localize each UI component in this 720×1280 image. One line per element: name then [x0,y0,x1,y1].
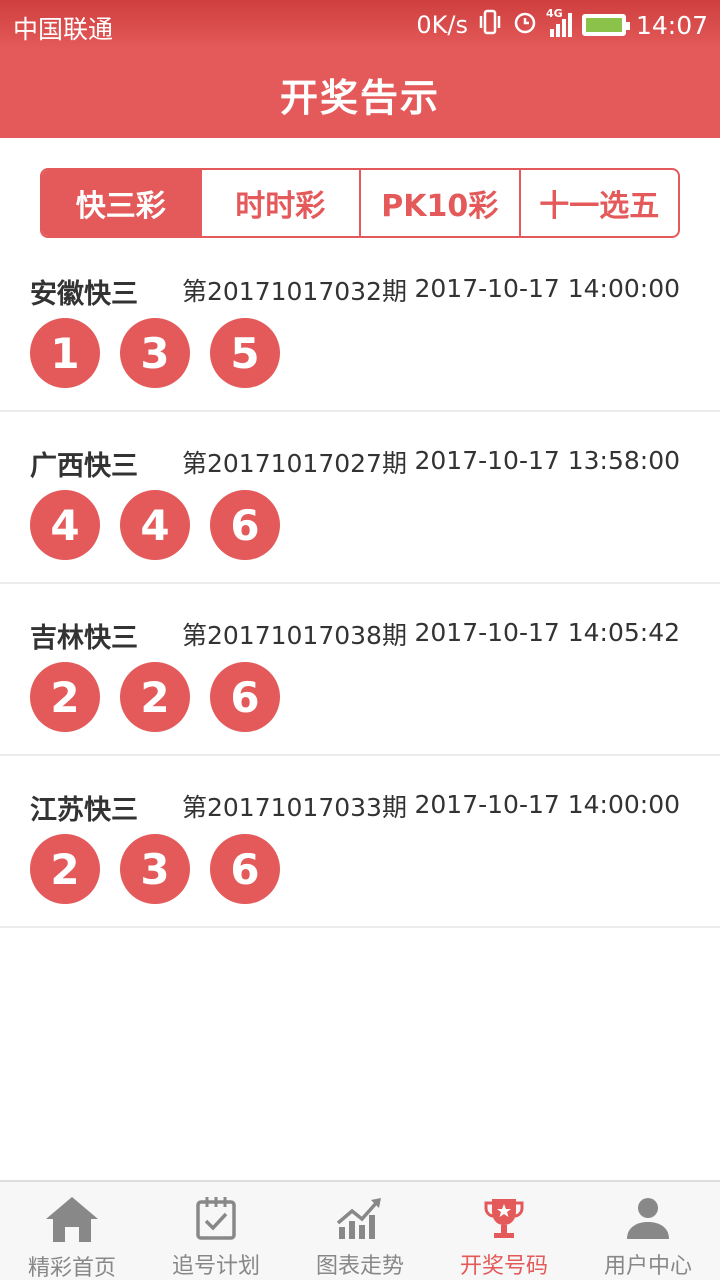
alarm-icon [512,9,538,41]
signal-icon: 4G [546,7,572,37]
draw-period: 第20171017027期 [182,449,407,478]
trophy-icon [475,1194,533,1242]
status-icons: 0K/s 4G 14:07 [406,7,708,42]
number-ball: 6 [210,662,280,732]
nav-label: 追号计划 [171,1254,260,1279]
tab-11xuan5[interactable]: 十一选五 [518,170,679,236]
tab-shishicai[interactable]: 时时彩 [199,170,360,236]
nav-label: 用户中心 [603,1254,692,1279]
draw-period: 第20171017038期 [182,621,407,650]
draw-period: 第20171017032期 [182,277,407,306]
nav-label: 开奖号码 [459,1254,548,1279]
lottery-name: 广西快三 [30,451,138,482]
number-ball: 2 [30,834,100,904]
home-icon [43,1194,101,1244]
lottery-name: 安徽快三 [30,279,138,310]
battery-icon [581,14,630,36]
vibrate-icon [478,9,502,41]
draw-time: 2017-10-17 14:00:00 [414,274,680,303]
nav-chart[interactable]: 图表走势 [288,1182,432,1280]
draw-period: 第20171017033期 [182,793,407,822]
title-bar: 开奖告示 [0,50,720,138]
draw-numbers: 2 2 6 [30,662,300,732]
nav-label: 图表走势 [315,1254,404,1279]
nav-plan[interactable]: 追号计划 [144,1182,288,1280]
draw-numbers: 2 3 6 [30,834,300,904]
number-ball: 2 [120,662,190,732]
draw-time: 2017-10-17 14:00:00 [414,790,680,819]
number-ball: 4 [30,490,100,560]
page-title: 开奖告示 [279,75,440,120]
number-ball: 1 [30,318,100,388]
carrier-name: 中国联通 [13,15,114,44]
draw-time: 2017-10-17 14:05:42 [414,618,680,647]
number-ball: 3 [120,318,190,388]
list-item[interactable]: 安徽快三 第20171017032期 2017-10-17 14:00:00 1… [0,240,720,412]
draw-numbers: 4 4 6 [30,490,300,560]
lottery-type-tabs: 快三彩 时时彩 PK10彩 十一选五 [40,168,680,238]
list-item[interactable]: 广西快三 第20171017027期 2017-10-17 13:58:00 4… [0,412,720,584]
status-bar: 中国联通 0K/s 4G 14:07 [0,0,720,50]
results-list: 安徽快三 第20171017032期 2017-10-17 14:00:00 1… [0,240,720,928]
bottom-nav: 精彩首页 追号计划 图表走势 开奖号码 用户中心 [0,1180,720,1280]
nav-home[interactable]: 精彩首页 [0,1182,144,1280]
draw-numbers: 1 3 5 [30,318,300,388]
number-ball: 3 [120,834,190,904]
number-ball: 6 [210,834,280,904]
list-item[interactable]: 江苏快三 第20171017033期 2017-10-17 14:00:00 2… [0,756,720,928]
calendar-check-icon [187,1194,245,1242]
nav-results[interactable]: 开奖号码 [432,1182,576,1280]
nav-user[interactable]: 用户中心 [576,1182,720,1280]
lottery-name: 吉林快三 [30,623,138,654]
number-ball: 6 [210,490,280,560]
number-ball: 2 [30,662,100,732]
tab-pk10[interactable]: PK10彩 [359,170,519,236]
list-item[interactable]: 吉林快三 第20171017038期 2017-10-17 14:05:42 2… [0,584,720,756]
user-icon [619,1194,677,1242]
nav-label: 精彩首页 [27,1256,116,1280]
clock: 14:07 [635,10,708,40]
draw-time: 2017-10-17 13:58:00 [414,446,680,475]
network-speed: 0K/s [416,11,468,39]
tab-kuaisan[interactable]: 快三彩 [42,170,200,236]
chart-trend-icon [331,1194,389,1242]
number-ball: 4 [120,490,190,560]
lottery-name: 江苏快三 [30,795,138,826]
network-type: 4G [545,7,563,20]
number-ball: 5 [210,318,280,388]
